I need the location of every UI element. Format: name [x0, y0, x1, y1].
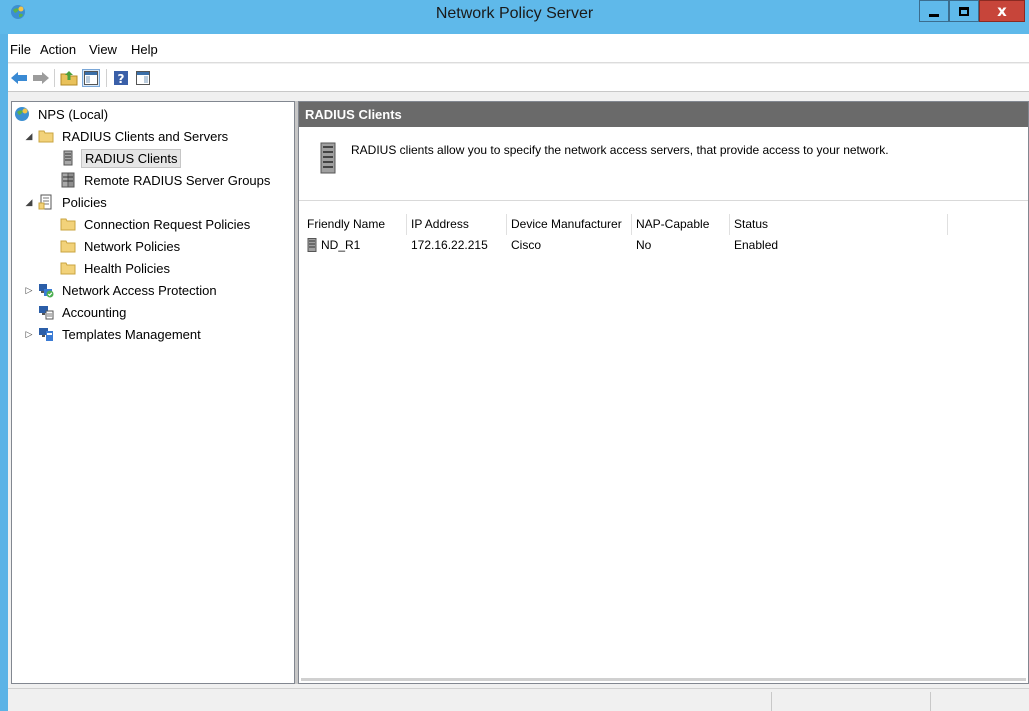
- results-pane: RADIUS Clients RADIUS clients allow you …: [298, 101, 1029, 684]
- close-button[interactable]: x: [979, 0, 1025, 22]
- column-header-nap-capable[interactable]: NAP-Capable: [632, 214, 730, 235]
- folder-icon: [60, 218, 76, 231]
- cell-status: Enabled: [734, 238, 779, 252]
- tree-label: NPS (Local): [38, 106, 109, 122]
- up-folder-button[interactable]: [60, 69, 78, 87]
- minimize-button[interactable]: [919, 0, 949, 22]
- menu-bar: File Action View Help: [8, 34, 1029, 63]
- tree-label: Remote RADIUS Server Groups: [84, 172, 271, 188]
- up-folder-icon: [60, 71, 78, 86]
- server-tower-icon: [320, 142, 336, 174]
- column-header-status[interactable]: Status: [730, 214, 948, 235]
- tree-label: RADIUS Clients: [81, 148, 182, 168]
- menu-action[interactable]: Action: [40, 42, 76, 57]
- accounting-icon: [39, 306, 54, 320]
- folder-icon: [60, 240, 76, 253]
- title-bar: Network Policy Server x: [0, 0, 1029, 34]
- tree-label: Connection Request Policies: [84, 216, 251, 232]
- column-header-device-manufacturer[interactable]: Device Manufacturer: [507, 214, 632, 235]
- toolbar-separator: [106, 69, 107, 87]
- menu-file[interactable]: File: [10, 42, 31, 57]
- console-tree: NPS (Local) ◢ RADIUS Clients and Servers…: [11, 101, 295, 684]
- forward-button[interactable]: [32, 69, 50, 87]
- tree-node-policies[interactable]: Policies: [38, 192, 110, 212]
- toolbar-separator: [54, 69, 55, 87]
- horizontal-scrollbar[interactable]: [301, 678, 1026, 681]
- expand-arrow-icon[interactable]: ▷: [24, 286, 34, 296]
- folder-icon: [38, 130, 54, 143]
- maximize-button[interactable]: [949, 0, 979, 22]
- minimize-icon: [929, 13, 939, 17]
- server-group-icon: [61, 172, 75, 188]
- toolbar: ?: [8, 64, 1029, 92]
- tree-node-nps-local[interactable]: NPS (Local): [14, 104, 111, 124]
- cell-friendly-name: ND_R1: [303, 235, 407, 255]
- tree-node-connection-request-policies[interactable]: Connection Request Policies: [60, 214, 253, 234]
- action-pane-icon: [136, 71, 150, 85]
- network-access-protection-icon: [39, 284, 54, 298]
- show-hide-action-pane-button[interactable]: [134, 69, 152, 87]
- tree-node-network-policies[interactable]: Network Policies: [60, 236, 183, 256]
- tree-node-remote-radius-server-groups[interactable]: Remote RADIUS Server Groups: [60, 170, 273, 190]
- cell-ip-address: 172.16.22.215: [411, 238, 488, 252]
- tree-label: Accounting: [62, 304, 127, 320]
- back-arrow-icon: [11, 72, 27, 84]
- window-title: Network Policy Server: [435, 5, 594, 22]
- friendly-name-text: ND_R1: [321, 238, 361, 252]
- server-icon: [307, 238, 317, 252]
- policy-document-icon: [38, 194, 52, 210]
- column-header-ip-address[interactable]: IP Address: [407, 214, 507, 235]
- collapse-arrow-icon[interactable]: ◢: [24, 198, 34, 208]
- main-window: File Action View Help ? NPS (Local) ◢ RA…: [8, 34, 1029, 711]
- tree-label: RADIUS Clients and Servers: [62, 128, 229, 144]
- tree-node-templates-management[interactable]: Templates Management: [38, 324, 204, 344]
- tree-label: Network Policies: [84, 238, 181, 254]
- status-separator: [771, 692, 772, 711]
- maximize-icon: [959, 6, 969, 16]
- back-button[interactable]: [10, 69, 28, 87]
- help-icon: ?: [114, 71, 128, 86]
- description-text: RADIUS clients allow you to specify the …: [351, 143, 889, 157]
- tree-node-radius-clients[interactable]: RADIUS Clients: [60, 148, 182, 168]
- server-icon: [63, 150, 73, 166]
- nps-globe-icon: [15, 107, 29, 121]
- description-panel: RADIUS clients allow you to specify the …: [299, 127, 1028, 201]
- show-hide-tree-button[interactable]: [82, 69, 100, 87]
- expand-arrow-icon[interactable]: ▷: [24, 330, 34, 340]
- forward-arrow-icon: [33, 72, 49, 84]
- tree-label: Health Policies: [84, 260, 170, 276]
- tree-node-health-policies[interactable]: Health Policies: [60, 258, 173, 278]
- cell-device-manufacturer: Cisco: [511, 238, 542, 252]
- close-icon: x: [997, 2, 1007, 20]
- tree-label: Policies: [62, 194, 107, 210]
- templates-icon: [39, 328, 53, 341]
- column-header-friendly-name[interactable]: Friendly Name: [303, 214, 407, 235]
- status-bar: [8, 688, 1029, 711]
- collapse-arrow-icon[interactable]: ◢: [24, 132, 34, 142]
- cell-nap-capable: No: [636, 238, 652, 252]
- table-row[interactable]: ND_R1 172.16.22.215 Cisco No Enabled: [303, 235, 948, 255]
- tree-node-accounting[interactable]: Accounting: [38, 302, 129, 322]
- status-separator: [930, 692, 931, 711]
- tree-label: Network Access Protection: [62, 282, 217, 298]
- list-header: Friendly Name IP Address Device Manufact…: [303, 214, 948, 235]
- menu-help[interactable]: Help: [131, 42, 158, 57]
- console-tree-icon: [84, 71, 98, 85]
- help-button[interactable]: ?: [112, 69, 130, 87]
- results-pane-header: RADIUS Clients: [299, 102, 1028, 127]
- tree-label: Templates Management: [62, 326, 201, 342]
- menu-view[interactable]: View: [89, 42, 117, 57]
- svg-text:?: ?: [118, 72, 125, 86]
- tree-node-radius-clients-and-servers[interactable]: RADIUS Clients and Servers: [38, 126, 231, 146]
- folder-icon: [60, 262, 76, 275]
- tree-node-network-access-protection[interactable]: Network Access Protection: [38, 280, 220, 300]
